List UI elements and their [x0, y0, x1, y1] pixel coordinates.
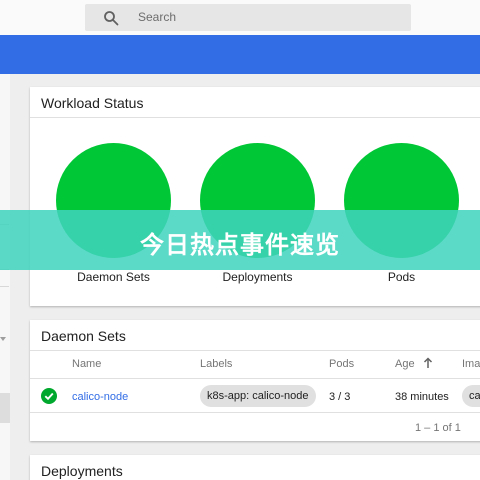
banner-title: 今日热点事件速览 — [140, 232, 340, 259]
chevron-down-icon[interactable] — [0, 337, 6, 341]
check-circle-icon — [41, 388, 57, 404]
card-divider — [30, 117, 480, 118]
sidebar — [0, 74, 10, 480]
deployments-title: Deployments — [41, 463, 123, 479]
table-header-divider — [30, 378, 480, 379]
sidebar-item-active[interactable] — [0, 393, 10, 423]
search-bar[interactable]: Search — [85, 4, 411, 31]
daemon-sets-title: Daemon Sets — [41, 328, 126, 344]
column-header-pods[interactable]: Pods — [329, 358, 354, 370]
top-bar: Search — [0, 0, 480, 35]
pagination-text: 1 – 1 of 1 — [415, 422, 461, 434]
workload-status-title: Workload Status — [41, 95, 144, 111]
news-banner: 今日热点事件速览 — [0, 210, 480, 270]
age-value: 38 minutes — [395, 391, 449, 403]
column-header-age[interactable]: Age — [395, 358, 415, 370]
search-icon[interactable] — [103, 10, 119, 26]
column-header-labels[interactable]: Labels — [200, 358, 232, 370]
app-toolbar — [0, 35, 480, 74]
daemon-sets-status-label: Daemon Sets — [77, 270, 150, 284]
arrow-up-icon[interactable] — [423, 357, 433, 369]
deployments-card: Deployments — [30, 455, 480, 480]
workload-status-card: Workload Status Daemon Sets Deployments … — [30, 87, 480, 306]
label-chip: k8s-app: calico-node — [200, 385, 316, 407]
daemon-set-name-link[interactable]: calico-node — [72, 391, 128, 403]
sidebar-divider — [0, 286, 9, 287]
pods-status-label: Pods — [387, 270, 416, 284]
daemon-sets-card: Daemon Sets Name Labels Pods Age Ima cal… — [30, 320, 480, 441]
deployments-status-label: Deployments — [222, 270, 293, 284]
pods-count: 3 / 3 — [329, 391, 351, 403]
column-header-images[interactable]: Ima — [462, 358, 480, 370]
card-divider — [30, 350, 480, 351]
table-footer-divider — [30, 412, 480, 413]
column-header-name[interactable]: Name — [72, 358, 101, 370]
image-chip: calico — [462, 385, 480, 407]
search-input[interactable]: Search — [138, 10, 176, 24]
